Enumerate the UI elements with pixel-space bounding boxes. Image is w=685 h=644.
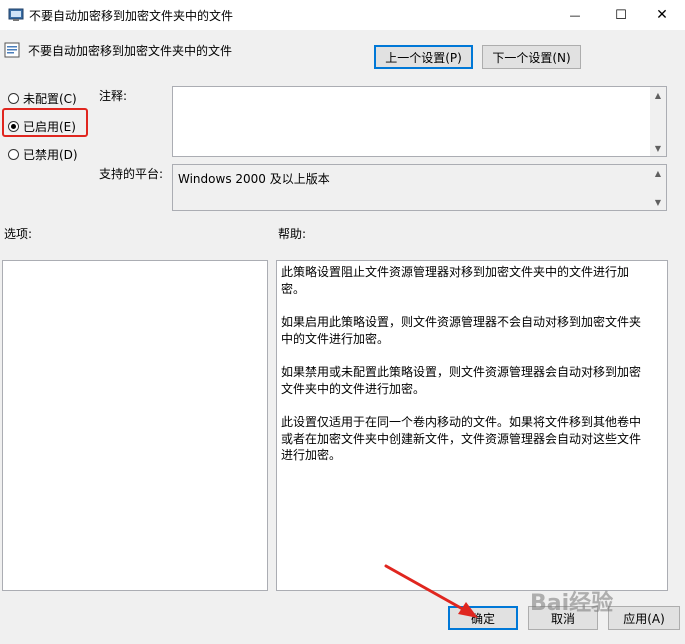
- maximize-button[interactable]: ☐: [598, 0, 644, 30]
- help-text: 此策略设置阻止文件资源管理器对移到加密文件夹中的文件进行加密。 如果启用此策略设…: [281, 264, 649, 481]
- platform-field: Windows 2000 及以上版本 ▲ ▼: [172, 164, 667, 211]
- maximize-icon: ☐: [615, 7, 627, 23]
- scroll-down-icon[interactable]: ▼: [650, 140, 666, 156]
- annotation-arrow-icon: [384, 564, 478, 618]
- comment-label: 注释:: [99, 89, 128, 103]
- help-panel: 此策略设置阻止文件资源管理器对移到加密文件夹中的文件进行加密。 如果启用此策略设…: [276, 260, 668, 591]
- platform-scrollbar[interactable]: ▲ ▼: [650, 165, 666, 210]
- radio-disabled[interactable]: 已禁用(D): [8, 146, 78, 163]
- minimize-button[interactable]: —: [552, 0, 598, 30]
- scroll-up-icon[interactable]: ▲: [650, 165, 666, 181]
- minimize-icon: —: [569, 8, 581, 22]
- scroll-down-icon[interactable]: ▼: [650, 194, 666, 210]
- help-paragraph: 此策略设置阻止文件资源管理器对移到加密文件夹中的文件进行加密。: [281, 265, 630, 296]
- close-icon: ✕: [656, 7, 668, 23]
- radio-circle-icon: [8, 149, 19, 160]
- policy-title: 不要自动加密移到加密文件夹中的文件: [28, 44, 233, 58]
- help-paragraph: 如果禁用或未配置此策略设置，则文件资源管理器会自动对移到加密文件夹中的文件进行加…: [281, 365, 642, 396]
- close-button[interactable]: ✕: [639, 0, 685, 30]
- next-setting-button[interactable]: 下一个设置(N): [482, 45, 581, 69]
- platform-label: 支持的平台:: [99, 167, 164, 181]
- help-paragraph: 如果启用此策略设置，则文件资源管理器不会自动对移到加密文件夹中的文件进行加密。: [281, 315, 642, 346]
- policy-app-icon: [8, 8, 24, 21]
- scroll-up-icon[interactable]: ▲: [650, 87, 666, 103]
- apply-button[interactable]: 应用(A): [608, 606, 680, 630]
- title-bar: 不要自动加密移到加密文件夹中的文件 — ☐ ✕: [0, 0, 685, 30]
- previous-setting-button[interactable]: 上一个设置(P): [374, 45, 473, 69]
- radio-circle-icon: [8, 93, 19, 104]
- policy-setting-icon: [4, 42, 20, 58]
- radio-not-configured[interactable]: 未配置(C): [8, 90, 77, 107]
- comment-scrollbar[interactable]: ▲ ▼: [650, 87, 666, 156]
- radio-label: 已禁用(D): [23, 148, 78, 162]
- comment-textarea[interactable]: ▲ ▼: [172, 86, 667, 157]
- help-label: 帮助:: [278, 227, 307, 241]
- radio-label: 未配置(C): [23, 92, 77, 106]
- options-label: 选项:: [4, 227, 33, 241]
- window-title: 不要自动加密移到加密文件夹中的文件: [29, 9, 234, 23]
- annotation-highlight-box: [2, 108, 88, 137]
- help-paragraph: 此设置仅适用于在同一个卷内移动的文件。如果将文件移到其他卷中或者在加密文件夹中创…: [281, 415, 642, 462]
- watermark-logo: Bai经验: [530, 591, 614, 616]
- options-panel: [2, 260, 268, 591]
- platform-value: Windows 2000 及以上版本: [178, 172, 330, 186]
